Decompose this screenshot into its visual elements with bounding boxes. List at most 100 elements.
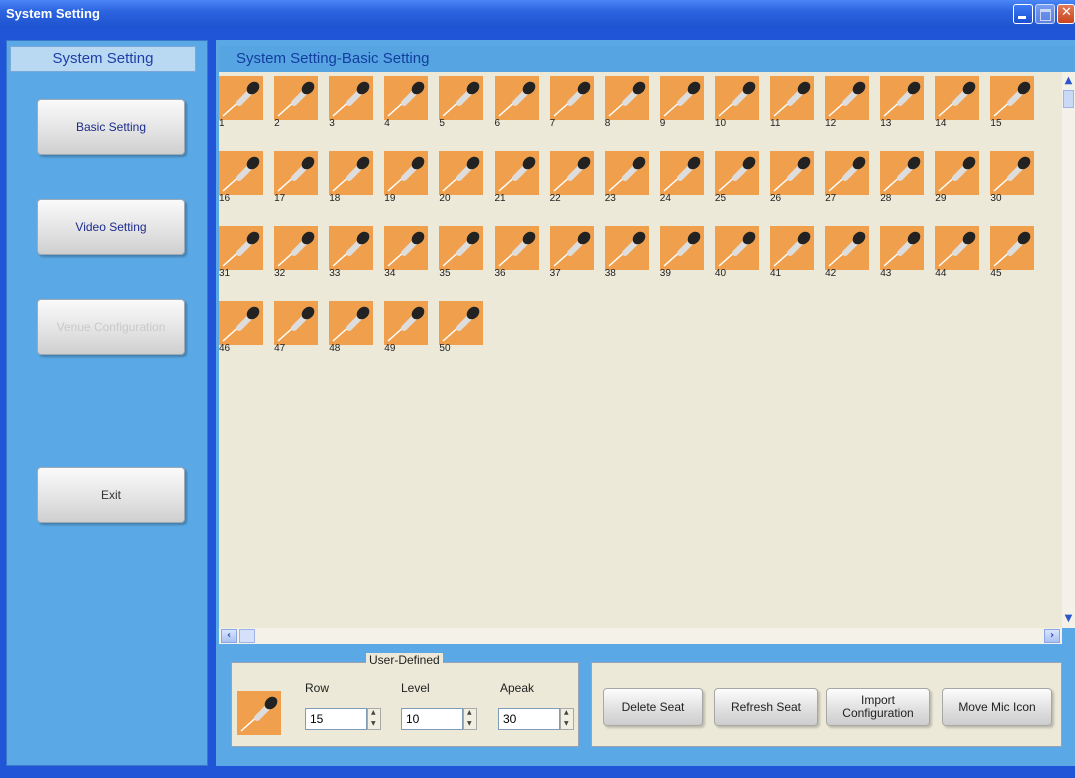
hscroll-thumb[interactable] — [239, 629, 255, 643]
seat-32[interactable]: 32 — [274, 226, 320, 280]
delete-seat-button[interactable]: Delete Seat — [603, 688, 703, 726]
microphone-icon — [714, 76, 759, 120]
seat-1[interactable]: 1 — [219, 76, 265, 130]
vertical-scrollbar[interactable]: ▲ ▼ — [1062, 72, 1075, 628]
seat-number: 49 — [384, 343, 396, 354]
refresh-seat-button[interactable]: Refresh Seat — [714, 688, 818, 726]
seat-12[interactable]: 12 — [825, 76, 871, 130]
seat-26[interactable]: 26 — [770, 151, 816, 205]
seat-49[interactable]: 49 — [384, 301, 430, 355]
seat-48[interactable]: 48 — [329, 301, 375, 355]
seat-7[interactable]: 7 — [549, 76, 596, 130]
seat-50[interactable]: 50 — [439, 301, 485, 355]
apeak-input[interactable]: 30 — [498, 708, 560, 730]
seat-36[interactable]: 36 — [494, 226, 541, 280]
seat-30[interactable]: 30 — [990, 151, 1036, 205]
seat-number: 28 — [880, 193, 892, 204]
seat-17[interactable]: 17 — [274, 151, 320, 205]
seat-23[interactable]: 23 — [604, 151, 651, 205]
microphone-icon — [604, 226, 649, 270]
seat-number: 10 — [714, 118, 727, 129]
import-configuration-button[interactable]: Import Configuration — [826, 688, 930, 726]
maximize-icon[interactable] — [1035, 4, 1055, 24]
microphone-icon — [494, 226, 539, 270]
seat-41[interactable]: 41 — [770, 226, 816, 280]
bottom-border — [0, 766, 1075, 778]
seat-15[interactable]: 15 — [990, 76, 1036, 130]
seat-22[interactable]: 22 — [549, 151, 596, 205]
exit-button[interactable]: Exit — [37, 467, 185, 523]
seat-number: 19 — [384, 193, 396, 204]
seat-18[interactable]: 18 — [329, 151, 375, 205]
minimize-icon[interactable] — [1013, 4, 1033, 24]
microphone-icon — [274, 76, 319, 120]
seat-24[interactable]: 24 — [659, 151, 706, 205]
move-mic-icon-button[interactable]: Move Mic Icon — [942, 688, 1052, 726]
seat-3[interactable]: 3 — [329, 76, 375, 130]
scroll-right-icon[interactable]: › — [1044, 629, 1060, 643]
horizontal-scrollbar[interactable]: ‹ › — [219, 628, 1062, 644]
row-stepper[interactable] — [367, 708, 381, 730]
scroll-left-icon[interactable]: ‹ — [221, 629, 237, 643]
seat-area[interactable]: 1 2 3 4 5 6 7 8 9 10 11 12 13 14 15 16 17 18 19 20 21 22 23 24 2… — [219, 72, 1062, 628]
seat-11[interactable]: 11 — [770, 76, 816, 130]
seat-43[interactable]: 43 — [880, 226, 926, 280]
level-stepper[interactable] — [463, 708, 477, 730]
microphone-icon — [990, 151, 1035, 195]
seat-number: 37 — [549, 268, 561, 279]
seat-20[interactable]: 20 — [439, 151, 485, 205]
microphone-icon — [714, 226, 759, 270]
apeak-stepper[interactable] — [560, 708, 574, 730]
scroll-thumb[interactable] — [1063, 90, 1074, 108]
seat-10[interactable]: 10 — [714, 76, 761, 130]
seat-47[interactable]: 47 — [274, 301, 320, 355]
microphone-icon — [770, 151, 814, 195]
seat-4[interactable]: 4 — [384, 76, 430, 130]
seat-6[interactable]: 6 — [494, 76, 541, 130]
seat-13[interactable]: 13 — [880, 76, 926, 130]
window-title: System Setting — [6, 6, 100, 21]
scroll-down-icon[interactable]: ▼ — [1062, 612, 1075, 626]
seat-45[interactable]: 45 — [990, 226, 1036, 280]
seat-21[interactable]: 21 — [494, 151, 541, 205]
seat-33[interactable]: 33 — [329, 226, 375, 280]
microphone-icon — [439, 301, 484, 345]
scroll-up-icon[interactable]: ▲ — [1062, 74, 1075, 88]
seat-8[interactable]: 8 — [604, 76, 651, 130]
seat-38[interactable]: 38 — [604, 226, 651, 280]
microphone-icon — [274, 151, 319, 195]
seat-28[interactable]: 28 — [880, 151, 926, 205]
seat-29[interactable]: 29 — [935, 151, 981, 205]
seat-number: 8 — [604, 118, 611, 129]
microphone-icon — [659, 76, 704, 120]
seat-39[interactable]: 39 — [659, 226, 706, 280]
seat-44[interactable]: 44 — [935, 226, 981, 280]
seat-40[interactable]: 40 — [714, 226, 761, 280]
seat-2[interactable]: 2 — [274, 76, 320, 130]
seat-31[interactable]: 31 — [219, 226, 265, 280]
microphone-icon — [494, 151, 539, 195]
microphone-icon[interactable] — [237, 691, 281, 735]
seat-number: 41 — [770, 268, 782, 279]
seat-19[interactable]: 19 — [384, 151, 430, 205]
row-input[interactable]: 15 — [305, 708, 367, 730]
user-defined-group — [231, 662, 579, 747]
page-title: System Setting-Basic Setting — [219, 46, 1075, 72]
seat-27[interactable]: 27 — [825, 151, 871, 205]
seat-35[interactable]: 35 — [439, 226, 485, 280]
seat-16[interactable]: 16 — [219, 151, 265, 205]
seat-34[interactable]: 34 — [384, 226, 430, 280]
video-setting-button[interactable]: Video Setting — [37, 199, 185, 255]
seat-number: 21 — [494, 193, 506, 204]
basic-setting-button[interactable]: Basic Setting — [37, 99, 185, 155]
close-icon[interactable] — [1057, 4, 1075, 24]
microphone-icon — [274, 301, 319, 345]
seat-5[interactable]: 5 — [439, 76, 485, 130]
seat-14[interactable]: 14 — [935, 76, 981, 130]
level-input[interactable]: 10 — [401, 708, 463, 730]
seat-42[interactable]: 42 — [825, 226, 871, 280]
seat-9[interactable]: 9 — [659, 76, 706, 130]
seat-37[interactable]: 37 — [549, 226, 596, 280]
seat-46[interactable]: 46 — [219, 301, 265, 355]
seat-25[interactable]: 25 — [714, 151, 761, 205]
